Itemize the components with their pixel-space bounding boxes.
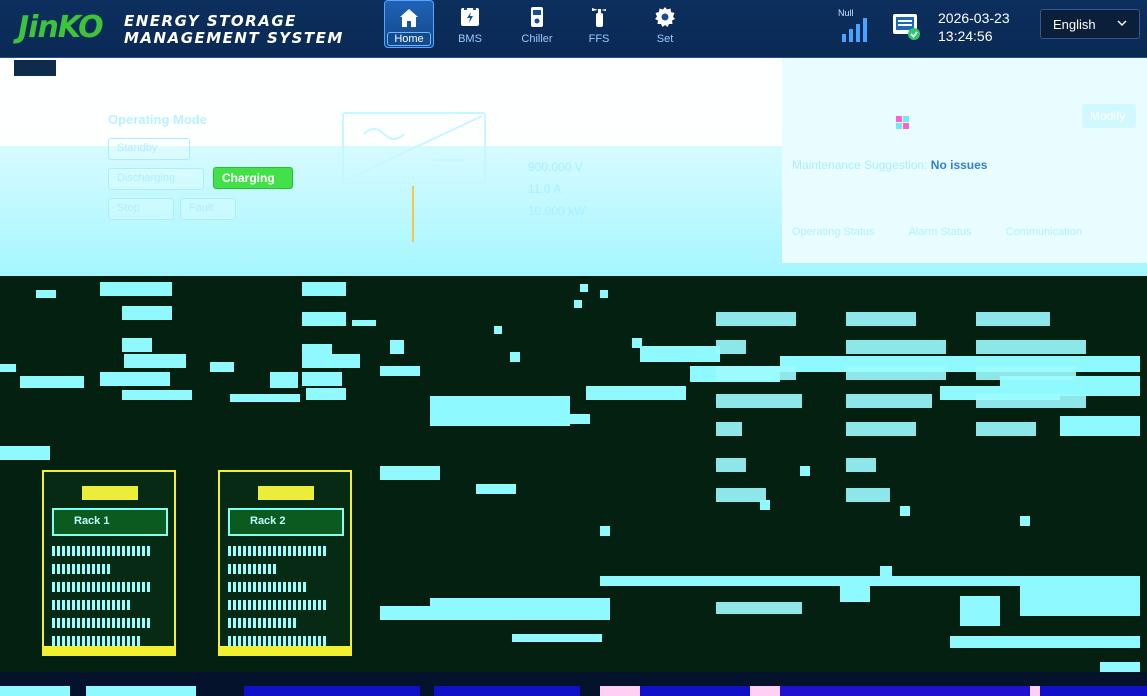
current-time: 13:24:56 [938, 28, 993, 44]
mode-discharging-button[interactable]: Discharging [108, 168, 204, 190]
voltage-value: 900.000 V [528, 160, 583, 174]
app-title: ENERGY STORAGE MANAGEMENT SYSTEM [124, 13, 344, 47]
mode-stop-button[interactable]: Stop [108, 198, 174, 220]
status-label-operating: Operating Status [792, 226, 875, 238]
network-signal: Null [838, 8, 878, 42]
pcs-converter-icon [345, 115, 483, 181]
corner-badge [14, 60, 56, 76]
nav-bms[interactable]: BMS [434, 0, 506, 56]
jinko-logo: JinKO [18, 10, 104, 45]
main-content: Operating Mode Standby Discharging Charg… [0, 58, 1147, 696]
maintenance-suggestion: Maintenance Suggestion: No issues [792, 158, 987, 172]
mode-fault-button[interactable]: Fault [180, 198, 236, 220]
power-readout: 900.000 V 11.0 A 10.000 kW [528, 156, 585, 222]
battery-icon [461, 8, 479, 26]
strip-segment [0, 686, 70, 696]
bottom-status-strip [0, 672, 1147, 696]
cabinet-2-row [228, 546, 328, 556]
app-title-line2: MANAGEMENT SYSTEM [124, 29, 344, 47]
chiller-icon [531, 7, 543, 27]
date-time: 2026-03-23 13:24:56 [938, 9, 1010, 45]
nav-bms-label: BMS [458, 33, 482, 45]
status-label-communication: Communication [1005, 226, 1082, 238]
strip-segment [434, 686, 580, 696]
cabinet-1-row [52, 582, 152, 592]
cabinet-1-base [44, 646, 174, 654]
status-label-alarm: Alarm Status [908, 226, 972, 238]
maintenance-value: No issues [930, 158, 988, 172]
cabinet-1-top [82, 486, 138, 500]
fire-extinguisher-icon [592, 8, 606, 27]
cabinet-2-rack-label: Rack 2 [250, 515, 286, 527]
cabinet-1-row [52, 546, 152, 556]
cabinet-2-row [228, 582, 308, 592]
cabinet-1-row [52, 600, 132, 610]
strip-segment [780, 686, 1030, 696]
device-status-icon[interactable] [892, 12, 920, 40]
app-title-line1: ENERGY STORAGE [124, 12, 297, 30]
cabinet-2-top [258, 486, 314, 500]
nav-ffs[interactable]: FFS [568, 0, 630, 56]
battery-cabinet-2[interactable]: Rack 2 [218, 470, 352, 656]
nav-chiller[interactable]: Chiller [506, 0, 568, 56]
operating-mode-title: Operating Mode [108, 112, 207, 127]
current-value: 11.0 A [528, 182, 562, 196]
nav-home-label: Home [387, 32, 431, 46]
home-icon [400, 9, 418, 27]
nav-chiller-label: Chiller [521, 33, 553, 45]
signal-status: Null [838, 8, 854, 18]
nav-set-label: Set [656, 33, 674, 45]
language-value: English [1053, 17, 1096, 32]
storage-cabinets-area: Rack 1 Rack 2 [0, 276, 1147, 696]
main-nav: Home BMS Chiller FFS Set [384, 0, 700, 58]
cabinet-1-rack-band: Rack 1 [52, 508, 168, 536]
modify-button[interactable]: Modify [1082, 104, 1136, 128]
cabinet-2-row [228, 636, 328, 646]
chevron-down-icon [1117, 20, 1127, 26]
cabinet-2-row [228, 618, 298, 628]
top-bar: JinKO ENERGY STORAGE MANAGEMENT SYSTEM H… [0, 0, 1147, 58]
status-labels: Operating Status Alarm Status Communicat… [792, 226, 1082, 238]
battery-cabinet-1[interactable]: Rack 1 [42, 470, 176, 656]
power-value: 10.000 kW [528, 204, 586, 218]
nav-ffs-label: FFS [588, 33, 610, 45]
gear-icon [655, 7, 675, 27]
language-select[interactable]: English [1040, 9, 1140, 39]
status-marker-icon [896, 116, 909, 129]
mode-charging-button[interactable]: Charging [213, 167, 293, 189]
cabinet-2-base [220, 646, 350, 654]
pcs-diagram [342, 112, 486, 184]
strip-segment [1040, 686, 1147, 696]
signal-bars-icon [842, 18, 867, 42]
cabinet-1-row [52, 564, 112, 574]
mode-standby-button[interactable]: Standby [108, 138, 190, 160]
cabinet-1-row [52, 618, 152, 628]
nav-home[interactable]: Home [384, 0, 434, 48]
current-date: 2026-03-23 [938, 10, 1010, 26]
cabinet-2-row [228, 564, 278, 574]
cabinet-2-rack-band: Rack 2 [228, 508, 344, 536]
power-flow-line [412, 186, 414, 242]
nav-set[interactable]: Set [630, 0, 700, 56]
strip-segment [86, 686, 196, 696]
cabinet-1-row [52, 636, 142, 646]
strip-segment [244, 686, 420, 696]
strip-segment [640, 686, 750, 696]
cabinet-2-row [228, 600, 328, 610]
cabinet-1-rack-label: Rack 1 [74, 515, 110, 527]
maintenance-label: Maintenance Suggestion: [792, 158, 928, 172]
